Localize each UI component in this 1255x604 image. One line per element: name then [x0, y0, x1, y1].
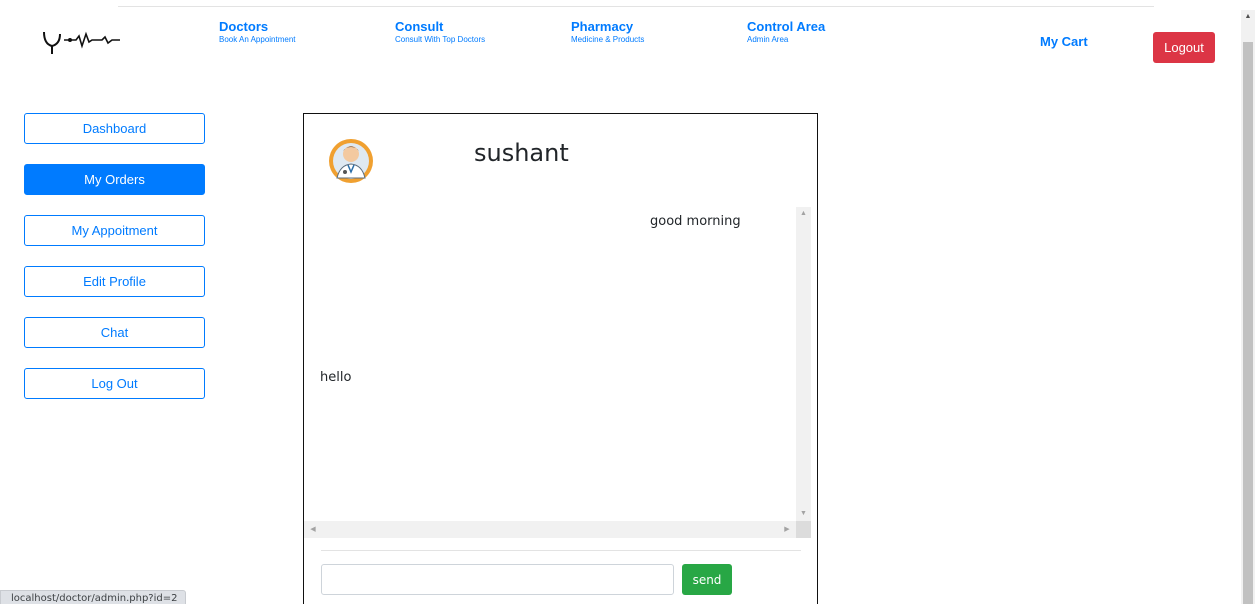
sidebar-item-my-orders[interactable]: My Orders	[24, 164, 205, 195]
send-button[interactable]: send	[682, 564, 732, 595]
logout-button[interactable]: Logout	[1153, 32, 1215, 63]
scroll-up-icon[interactable]: ▲	[796, 207, 811, 221]
page-scroll-up-icon[interactable]: ▲	[1241, 10, 1255, 24]
nav-control-area[interactable]: Control Area Admin Area	[747, 19, 825, 46]
sidebar-item-log-out[interactable]: Log Out	[24, 368, 205, 399]
my-cart-link[interactable]: My Cart	[1040, 34, 1088, 49]
logo[interactable]	[40, 28, 140, 58]
nav-control-area-title: Control Area	[747, 19, 826, 34]
nav-doctors[interactable]: Doctors Book An Appointment	[219, 19, 296, 46]
message-sent: hello	[320, 370, 352, 385]
message-horizontal-scrollbar[interactable]: ◀ ▶	[304, 521, 796, 538]
chat-panel: sushant good morning hello ▲ ▼ ◀ ▶ send	[303, 113, 818, 604]
message-received: good morning	[650, 214, 741, 229]
chat-divider	[321, 550, 801, 551]
stethoscope-heartbeat-icon	[43, 31, 120, 54]
page-scrollbar[interactable]: ▲	[1241, 10, 1255, 604]
scroll-right-icon[interactable]: ▶	[780, 521, 794, 538]
sidebar-item-dashboard[interactable]: Dashboard	[24, 113, 205, 144]
scroll-down-icon[interactable]: ▼	[796, 507, 811, 521]
sidebar-item-chat[interactable]: Chat	[24, 317, 205, 348]
nav-pharmacy[interactable]: Pharmacy Medicine & Products	[571, 19, 644, 46]
scroll-left-icon[interactable]: ◀	[306, 521, 320, 538]
sidebar-item-edit-profile[interactable]: Edit Profile	[24, 266, 205, 297]
message-input[interactable]	[321, 564, 674, 595]
avatar	[326, 136, 376, 186]
nav-doctors-title: Doctors	[219, 19, 269, 34]
status-bar-url: localhost/doctor/admin.php?id=2	[0, 590, 187, 604]
chat-contact-name: sushant	[474, 139, 569, 167]
nav-pharmacy-title: Pharmacy	[571, 19, 634, 34]
message-vertical-scrollbar[interactable]: ▲ ▼	[796, 207, 811, 521]
nav-doctors-subtitle: Book An Appointment	[219, 35, 296, 44]
scrollbar-corner	[796, 521, 811, 538]
header-divider	[118, 6, 1154, 7]
nav-consult-title: Consult	[395, 19, 444, 34]
sidebar-item-my-appointment[interactable]: My Appoitment	[24, 215, 205, 246]
nav-consult-subtitle: Consult With Top Doctors	[395, 35, 486, 44]
nav-pharmacy-subtitle: Medicine & Products	[571, 35, 645, 44]
page-scroll-thumb[interactable]	[1243, 42, 1253, 604]
message-list[interactable]: good morning hello	[304, 207, 812, 538]
nav-control-area-subtitle: Admin Area	[747, 35, 789, 44]
doctor-avatar-icon	[329, 139, 373, 183]
nav-consult[interactable]: Consult Consult With Top Doctors	[395, 19, 485, 46]
